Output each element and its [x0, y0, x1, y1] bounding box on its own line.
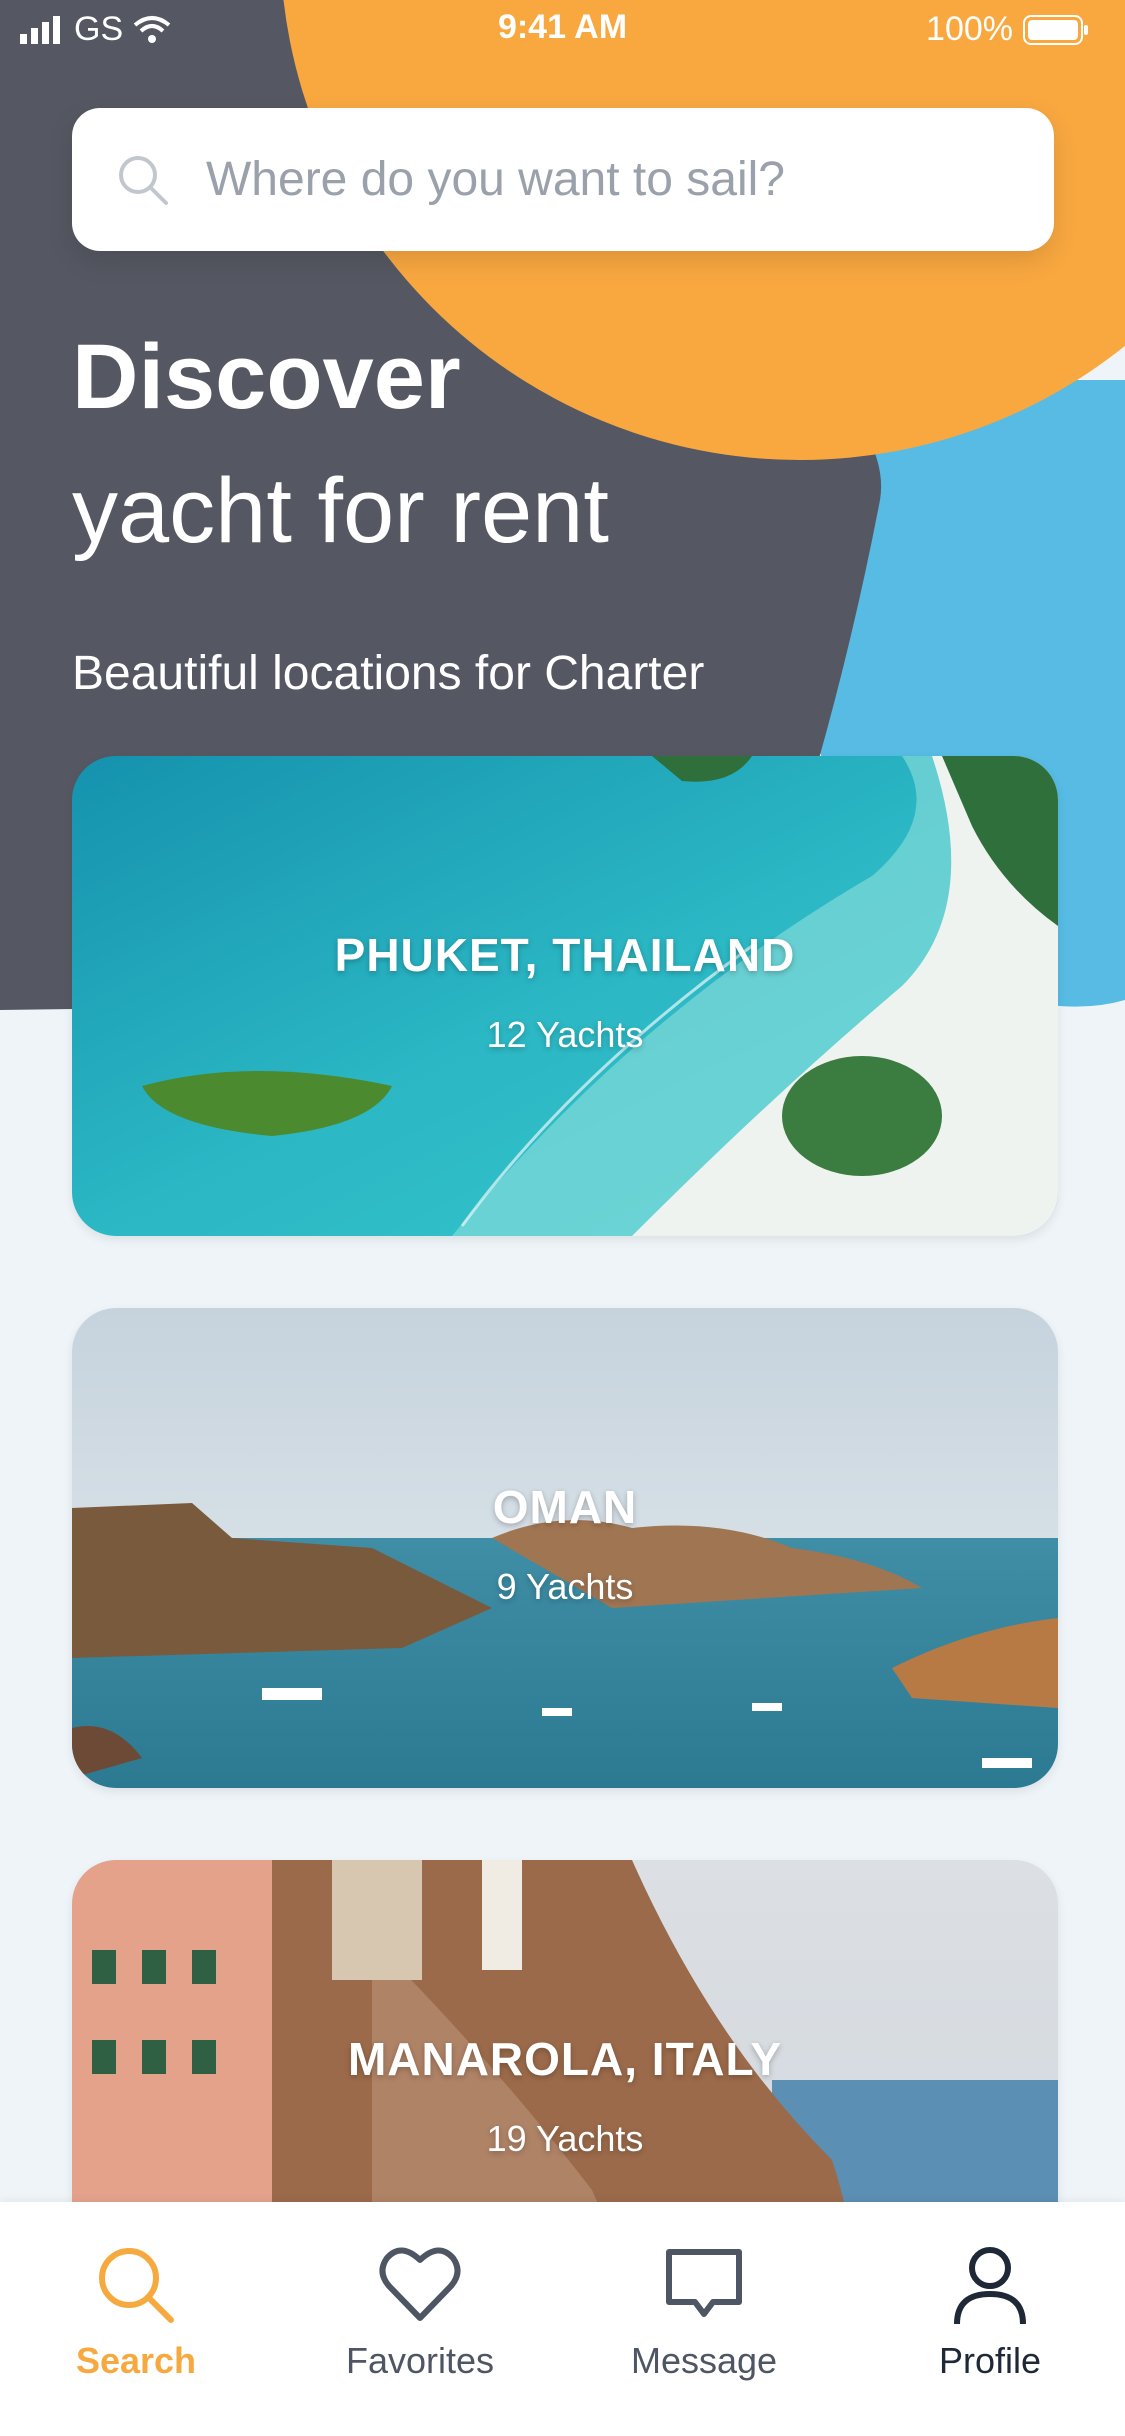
- tab-label: Favorites: [345, 2340, 495, 2381]
- status-bar: GS 9:41 AM 100%: [0, 0, 1125, 60]
- profile-icon: [954, 2247, 1026, 2325]
- battery-percent: 100%: [926, 10, 1013, 48]
- tab-search[interactable]: Search: [6, 2242, 266, 2382]
- tab-message[interactable]: Message: [574, 2242, 834, 2382]
- yacht-count: 12 Yachts: [486, 1014, 644, 1055]
- tab-favorites[interactable]: Favorites: [290, 2242, 550, 2382]
- page-subtitle: Beautiful locations for Charter: [72, 647, 705, 700]
- title-line-2: yacht for rent: [72, 460, 609, 562]
- battery-icon: [1023, 14, 1088, 45]
- location-name: OMAN: [492, 1481, 638, 1533]
- tab-label: Message: [630, 2340, 778, 2381]
- search-bar[interactable]: [72, 108, 1054, 251]
- location-name: MANAROLA, ITALY: [347, 2033, 783, 2085]
- yacht-count: 19 Yachts: [486, 2118, 644, 2159]
- title-line-1: Discover: [72, 326, 461, 428]
- bottom-tab-bar: Search Favorites Message Profile: [0, 2202, 1125, 2436]
- yacht-count: 9 Yachts: [496, 1566, 634, 1607]
- search-input[interactable]: [204, 151, 988, 208]
- search-icon: [99, 2248, 174, 2323]
- status-right: 100%: [926, 10, 1089, 49]
- tab-label: Profile: [938, 2340, 1042, 2381]
- phuket-aerial-image: [72, 756, 1058, 1236]
- message-icon: [666, 2249, 742, 2317]
- oman-bay-image: [72, 1308, 1058, 1788]
- heart-icon: [379, 2247, 461, 2321]
- location-name: PHUKET, THAILAND: [334, 929, 796, 981]
- location-card-phuket[interactable]: PHUKET, THAILAND 12 Yachts: [72, 756, 1058, 1236]
- tab-profile[interactable]: Profile: [860, 2242, 1120, 2382]
- search-icon: [119, 155, 168, 205]
- page-title: Discover yacht for rent: [72, 310, 609, 578]
- location-card-oman[interactable]: OMAN 9 Yachts: [72, 1308, 1058, 1788]
- tab-label: Search: [75, 2340, 197, 2381]
